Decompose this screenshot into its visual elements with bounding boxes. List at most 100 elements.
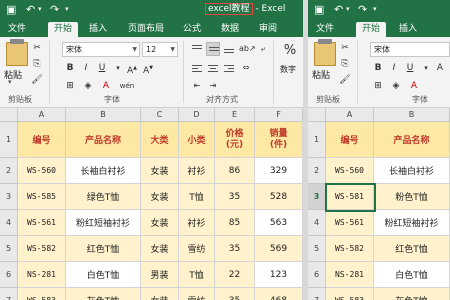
column-header-b[interactable]: B [66, 108, 141, 122]
product-name-cell[interactable]: 红色T恤 [374, 236, 450, 262]
product-name-cell[interactable]: 长袖白衬衫 [66, 158, 141, 184]
number-format-label[interactable]: 数字 [280, 64, 296, 75]
font-size-select[interactable]: 12 ▼ [142, 42, 178, 57]
header-cell-code[interactable]: 编号 [326, 122, 374, 158]
header-cell-product-name[interactable]: 产品名称 [374, 122, 450, 158]
underline-dropdown-icon[interactable]: ▾ [111, 61, 125, 75]
copy-icon[interactable]: ⎘ [338, 57, 352, 71]
merge-center-icon[interactable]: ⇔ [239, 61, 253, 75]
tab-insert[interactable]: 插入 [394, 22, 422, 37]
subcategory-cell[interactable]: T恤 [179, 184, 215, 210]
tab-home[interactable]: 开始 [356, 22, 386, 37]
price-cell[interactable]: 85 [215, 210, 255, 236]
subcategory-cell[interactable]: 衬衫 [179, 210, 215, 236]
row-header-5[interactable]: 5 [308, 236, 326, 262]
align-bottom-icon[interactable] [222, 42, 236, 56]
format-painter-icon[interactable]: 🖌 [338, 73, 352, 87]
price-cell[interactable]: 22 [215, 262, 255, 288]
row-header-3[interactable]: 3 [0, 184, 18, 210]
row-header-4[interactable]: 4 [0, 210, 18, 236]
font-name-select[interactable]: 宋体 [370, 42, 450, 57]
category-cell[interactable]: 女装 [141, 210, 179, 236]
tab-file[interactable]: 文件 [312, 22, 338, 37]
customize-quick-access-icon[interactable]: ▾ [65, 3, 69, 16]
product-name-cell[interactable]: 灰色T恤 [66, 288, 141, 300]
code-cell[interactable]: WS-582 [18, 236, 66, 262]
header-cell-subcategory[interactable]: 小类 [179, 122, 215, 158]
category-cell[interactable]: 女装 [141, 158, 179, 184]
code-cell[interactable]: WS-560 [18, 158, 66, 184]
orientation-icon[interactable]: ab↗ [239, 42, 256, 56]
redo-icon[interactable]: ↷ [50, 3, 59, 16]
subcategory-cell[interactable]: T恤 [179, 262, 215, 288]
bold-button[interactable]: B [371, 61, 385, 75]
tab-file[interactable]: 文件 [4, 22, 30, 37]
paste-label[interactable]: 粘贴 [312, 68, 330, 81]
redo-icon[interactable]: ↷ [358, 3, 367, 16]
increase-indent-icon[interactable]: ⇥ [206, 79, 220, 93]
product-name-cell[interactable]: 粉色T恤 [374, 184, 450, 210]
row-header-1[interactable]: 1 [308, 122, 326, 158]
header-cell-category[interactable]: 大类 [141, 122, 179, 158]
select-all-corner[interactable] [308, 108, 326, 122]
price-cell[interactable]: 86 [215, 158, 255, 184]
product-name-cell[interactable]: 粉红短袖衬衫 [374, 210, 450, 236]
grow-font-icon[interactable]: A [433, 61, 447, 75]
code-cell[interactable]: WS-560 [326, 158, 374, 184]
decrease-indent-icon[interactable]: ⇤ [190, 79, 204, 93]
category-cell[interactable]: 女装 [141, 288, 179, 300]
code-cell[interactable]: WS-582 [326, 236, 374, 262]
sales-cell[interactable]: 528 [255, 184, 303, 210]
row-header-6[interactable]: 6 [0, 262, 18, 288]
category-cell[interactable]: 女装 [141, 184, 179, 210]
code-cell[interactable]: WS-585 [18, 184, 66, 210]
code-cell[interactable]: WS-561 [18, 210, 66, 236]
italic-button[interactable]: I [79, 61, 93, 75]
underline-button[interactable]: U [95, 61, 109, 75]
font-name-select[interactable]: 宋体 ▼ [62, 42, 140, 57]
cut-icon[interactable]: ✂ [338, 41, 352, 55]
price-cell[interactable]: 35 [215, 184, 255, 210]
row-header-3[interactable]: 3 [308, 184, 326, 210]
tab-page-layout[interactable]: 页面布局 [124, 22, 168, 37]
row-header-7[interactable]: 7 [308, 288, 326, 300]
align-right-icon[interactable] [222, 61, 236, 75]
column-header-f[interactable]: F [255, 108, 303, 122]
sales-cell[interactable]: 123 [255, 262, 303, 288]
tab-home[interactable]: 开始 [48, 22, 78, 37]
row-header-6[interactable]: 6 [308, 262, 326, 288]
price-cell[interactable]: 35 [215, 288, 255, 300]
save-icon[interactable]: ▣ [314, 3, 324, 16]
paste-icon[interactable] [314, 42, 336, 66]
product-name-cell[interactable]: 粉红短袖衬衫 [66, 210, 141, 236]
underline-button[interactable]: U [403, 61, 417, 75]
column-header-b[interactable]: B [374, 108, 450, 122]
sales-cell[interactable]: 468 [255, 288, 303, 300]
fill-color-icon[interactable]: ◈ [81, 79, 95, 93]
header-cell-product-name[interactable]: 产品名称 [66, 122, 141, 158]
phonetic-guide-button[interactable]: wén [118, 79, 136, 93]
format-painter-icon[interactable]: 🖌 [30, 73, 44, 87]
product-name-cell[interactable]: 白色T恤 [66, 262, 141, 288]
code-cell[interactable]: WS-561 [326, 210, 374, 236]
column-header-d[interactable]: D [179, 108, 215, 122]
customize-quick-access-icon[interactable]: ▾ [373, 3, 377, 16]
font-color-button[interactable]: A [99, 79, 113, 93]
price-cell[interactable]: 35 [215, 236, 255, 262]
tab-review[interactable]: 审阅 [254, 22, 282, 37]
save-icon[interactable]: ▣ [6, 3, 16, 16]
subcategory-cell[interactable]: 衬衫 [179, 158, 215, 184]
code-cell[interactable]: WS-583 [18, 288, 66, 300]
undo-icon[interactable]: ↶ [26, 3, 35, 16]
row-header-7[interactable]: 7 [0, 288, 18, 300]
product-name-cell[interactable]: 灰色T恤 [374, 288, 450, 300]
sales-cell[interactable]: 329 [255, 158, 303, 184]
sales-cell[interactable]: 563 [255, 210, 303, 236]
row-header-4[interactable]: 4 [308, 210, 326, 236]
row-header-5[interactable]: 5 [0, 236, 18, 262]
category-cell[interactable]: 女装 [141, 236, 179, 262]
align-center-icon[interactable] [206, 61, 220, 75]
select-all-corner[interactable] [0, 108, 18, 122]
borders-icon[interactable]: ⊞ [371, 79, 385, 93]
undo-icon[interactable]: ↶ [334, 3, 343, 16]
